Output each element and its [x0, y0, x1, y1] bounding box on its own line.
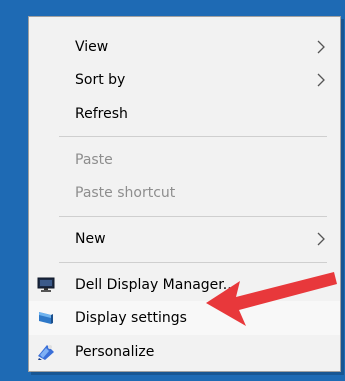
menu-item-view[interactable]: View — [29, 30, 340, 64]
menu-item-label: Sort by — [75, 72, 126, 88]
menu-item-sort-by[interactable]: Sort by — [29, 63, 340, 97]
menu-separator — [59, 136, 327, 137]
menu-item-label: Display settings — [75, 310, 187, 326]
menu-separator — [59, 262, 327, 263]
display-settings-icon — [39, 312, 53, 324]
monitor-icon — [37, 277, 55, 292]
menu-item-paste: Paste — [29, 143, 340, 177]
menu-item-personalize[interactable]: Personalize — [29, 335, 340, 369]
menu-item-label: View — [75, 39, 109, 55]
menu-item-label: Paste — [75, 152, 113, 168]
personalize-icon — [38, 345, 54, 360]
chevron-right-icon — [317, 232, 325, 246]
menu-item-label: Paste shortcut — [75, 185, 176, 201]
menu-separator — [59, 216, 327, 217]
menu-item-label: Refresh — [75, 106, 128, 122]
menu-item-label: Dell Display Manager... — [75, 277, 237, 293]
menu-item-display-settings[interactable]: Display settings — [29, 301, 340, 335]
menu-item-dell-display-manager[interactable]: Dell Display Manager... — [29, 268, 340, 302]
menu-item-label: Personalize — [75, 344, 155, 360]
menu-item-paste-shortcut: Paste shortcut — [29, 176, 340, 210]
desktop-context-menu: View Sort by Refresh Paste Paste shortcu… — [28, 16, 341, 372]
chevron-right-icon — [317, 40, 325, 54]
menu-item-new[interactable]: New — [29, 222, 340, 256]
menu-item-label: New — [75, 231, 106, 247]
menu-item-refresh[interactable]: Refresh — [29, 97, 340, 131]
chevron-right-icon — [317, 73, 325, 87]
